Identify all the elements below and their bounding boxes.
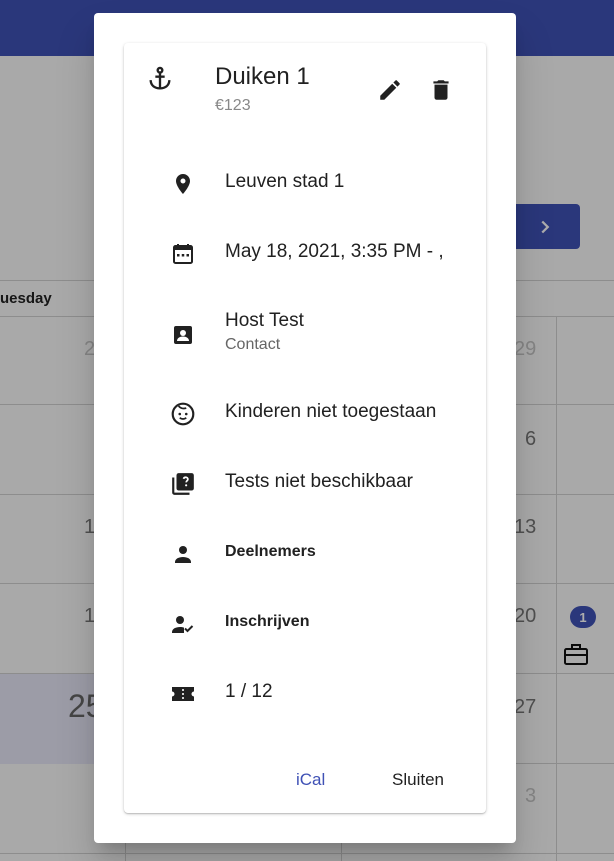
calendar-icon	[169, 240, 197, 268]
register-row: Inschrijven	[124, 602, 486, 642]
ical-button[interactable]: iCal	[296, 770, 325, 790]
location-row: Leuven stad 1	[124, 162, 486, 202]
tests-row: Tests niet beschikbaar	[124, 462, 486, 502]
anchor-icon	[144, 63, 176, 95]
edit-button[interactable]	[373, 73, 407, 107]
date-text: May 18, 2021, 3:35 PM - ,	[225, 241, 444, 262]
location-text: Leuven stad 1	[225, 171, 345, 192]
person-icon	[169, 540, 197, 568]
event-dialog: Duiken 1 €123 Leuven stad 1 May 18, 2021…	[94, 13, 516, 843]
child-face-icon	[169, 400, 197, 428]
children-text: Kinderen niet toegestaan	[225, 401, 437, 422]
register-button[interactable]: Inschrijven	[225, 613, 309, 631]
delete-button[interactable]	[424, 73, 458, 107]
pencil-icon	[380, 80, 400, 100]
quiz-icon	[169, 470, 197, 498]
ticket-icon	[169, 680, 197, 708]
participants-row: Deelnemers	[124, 532, 486, 572]
close-button[interactable]: Sluiten	[392, 770, 444, 790]
event-price: €123	[215, 97, 251, 114]
host-contact: Contact	[225, 336, 281, 353]
tickets-text: 1 / 12	[225, 681, 273, 702]
contact-card-icon	[169, 321, 197, 349]
trash-icon	[433, 80, 449, 100]
host-name: Host Test	[225, 310, 304, 331]
tests-text: Tests niet beschikbaar	[225, 471, 413, 492]
event-card: Duiken 1 €123 Leuven stad 1 May 18, 2021…	[124, 43, 486, 813]
location-pin-icon	[169, 170, 197, 198]
date-row: May 18, 2021, 3:35 PM - ,	[124, 232, 486, 272]
event-title: Duiken 1	[215, 63, 310, 90]
tickets-row: 1 / 12	[124, 672, 486, 712]
host-row: Host Test Contact	[124, 310, 486, 353]
participants-button[interactable]: Deelnemers	[225, 543, 316, 561]
person-check-icon	[169, 610, 197, 638]
children-row: Kinderen niet toegestaan	[124, 392, 486, 432]
